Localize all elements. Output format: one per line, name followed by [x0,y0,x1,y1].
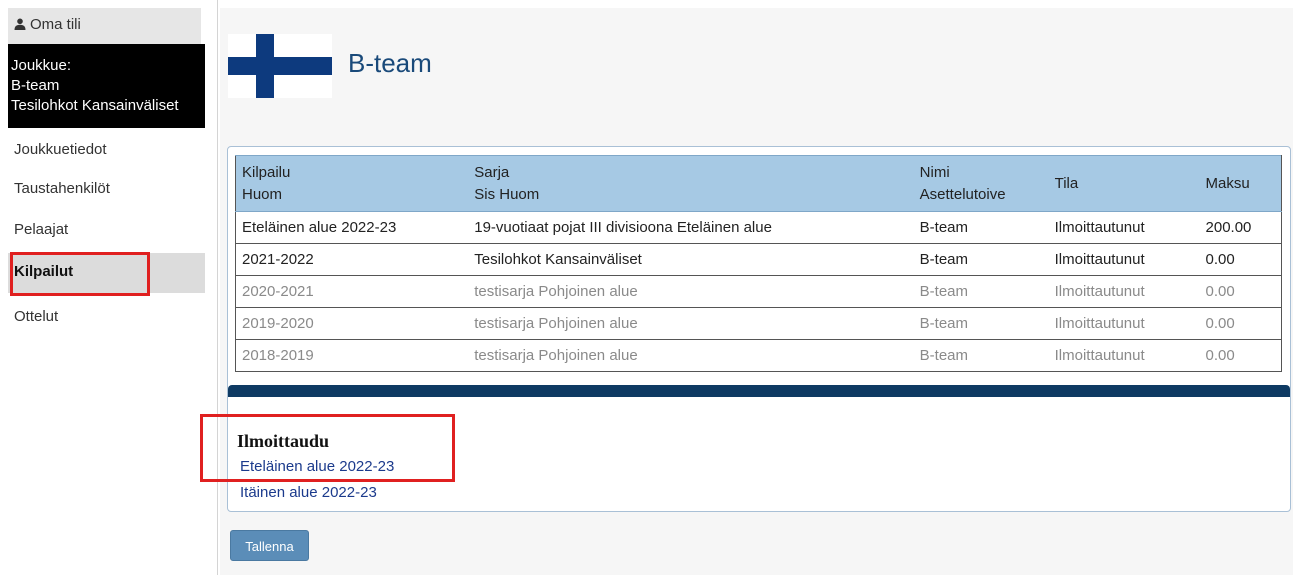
team-info-box: Joukkue: B-team Tesilohkot Kansainvälise… [8,44,205,128]
section-divider-bar [228,385,1290,397]
team-box-line1: Joukkue: [11,57,72,74]
sidebar-item-taustahenkilot[interactable]: Taustahenkilöt [8,170,205,210]
person-icon [14,18,26,30]
col-header-maksu: Maksu [1199,155,1282,212]
cell-sarja: 19-vuotiaat pojat III divisioona Eteläin… [468,211,914,244]
col-header-nimi: Nimi Asettelutoive [913,155,1049,212]
cell-sarja: testisarja Pohjoinen alue [468,339,914,372]
account-label: Oma tili [30,16,81,33]
cell-kilpailu: 2019-2020 [235,307,469,340]
cell-tila: Ilmoittautunut [1048,275,1200,308]
register-link-itainen[interactable]: Itäinen alue 2022-23 [240,484,377,501]
cell-sarja: testisarja Pohjoinen alue [468,275,914,308]
col-header-kilpailu: Kilpailu Huom [235,155,469,212]
cell-nimi: B-team [913,243,1049,276]
sidebar-item-pelaajat[interactable]: Pelaajat [8,211,205,251]
cell-tila: Ilmoittautunut [1048,243,1200,276]
table-header-row: Kilpailu Huom Sarja Sis Huom Nimi Asettelut… [235,155,1282,212]
highlight-box-register [200,414,455,482]
account-link[interactable]: Oma tili [8,8,201,44]
cell-maksu: 0.00 [1199,307,1282,340]
cell-maksu: 200.00 [1199,211,1282,244]
cell-nimi: B-team [913,275,1049,308]
competitions-table: Kilpailu Huom Sarja Sis Huom Nimi Asettelut… [235,155,1282,372]
table-row[interactable]: Eteläinen alue 2022-23 19-vuotiaat pojat… [235,211,1282,244]
save-button[interactable]: Tallenna [230,530,309,561]
page-title: B-team [348,48,432,78]
team-box-line2: B-team [11,77,60,94]
cell-tila: Ilmoittautunut [1048,211,1200,244]
cell-kilpailu: 2021-2022 [235,243,469,276]
sidebar-item-label: Taustahenkilöt [14,180,110,197]
cell-kilpailu: 2018-2019 [235,339,469,372]
sidebar-item-label: Ottelut [14,308,59,325]
cell-maksu: 0.00 [1199,243,1282,276]
cell-maksu: 0.00 [1199,339,1282,372]
table-row[interactable]: 2018-2019 testisarja Pohjoinen alue B-te… [235,339,1282,372]
sidebar-item-joukkuetiedot[interactable]: Joukkuetiedot [8,131,205,171]
finland-flag-icon [228,34,332,98]
table-row[interactable]: 2021-2022 Tesilohkot Kansainväliset B-te… [235,243,1282,276]
cell-nimi: B-team [913,339,1049,372]
cell-kilpailu: 2020-2021 [235,275,469,308]
team-box-line3: Tesilohkot Kansainväliset [11,97,179,114]
col-header-sarja: Sarja Sis Huom [468,155,914,212]
sidebar-item-label: Joukkuetiedot [14,141,107,158]
col-header-tila: Tila [1048,155,1200,212]
cell-sarja: Tesilohkot Kansainväliset [468,243,914,276]
sidebar-item-ottelut[interactable]: Ottelut [8,298,205,338]
table-row[interactable]: 2019-2020 testisarja Pohjoinen alue B-te… [235,307,1282,340]
cell-maksu: 0.00 [1199,275,1282,308]
sidebar-item-label: Pelaajat [14,221,69,238]
cell-tila: Ilmoittautunut [1048,339,1200,372]
cell-tila: Ilmoittautunut [1048,307,1200,340]
highlight-box-kilpailut [10,252,150,296]
cell-kilpailu: Eteläinen alue 2022-23 [235,211,469,244]
cell-sarja: testisarja Pohjoinen alue [468,307,914,340]
cell-nimi: B-team [913,307,1049,340]
cell-nimi: B-team [913,211,1049,244]
table-row[interactable]: 2020-2021 testisarja Pohjoinen alue B-te… [235,275,1282,308]
